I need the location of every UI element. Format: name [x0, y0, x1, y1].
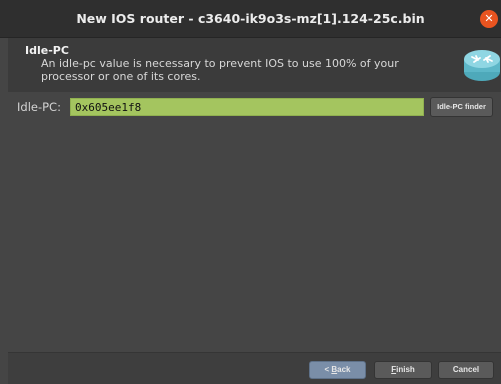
- close-icon: ✕: [484, 12, 494, 25]
- idle-pc-finder-button[interactable]: Idle-PC finder: [430, 97, 493, 117]
- back-button[interactable]: < Back: [309, 361, 366, 379]
- finish-label-rest: inish: [396, 365, 415, 374]
- wizard-content: [8, 92, 501, 352]
- idle-pc-input[interactable]: [70, 98, 424, 116]
- wizard-window: New IOS router - c3640-ik9o3s-mz[1].124-…: [0, 0, 501, 384]
- wizard-header: Idle-PC An idle-pc value is necessary to…: [8, 38, 501, 92]
- router-icon: [462, 44, 501, 84]
- cancel-button[interactable]: Cancel: [438, 361, 494, 379]
- page-title: Idle-PC: [25, 44, 69, 57]
- idle-pc-label: Idle-PC:: [17, 100, 61, 114]
- back-label-rest: ack: [337, 365, 351, 374]
- page-description: An idle-pc value is necessary to prevent…: [41, 57, 399, 83]
- finish-button[interactable]: Finish: [374, 361, 432, 379]
- title-bar[interactable]: New IOS router - c3640-ik9o3s-mz[1].124-…: [0, 0, 501, 38]
- window-title: New IOS router - c3640-ik9o3s-mz[1].124-…: [76, 11, 425, 26]
- close-button[interactable]: ✕: [480, 10, 498, 28]
